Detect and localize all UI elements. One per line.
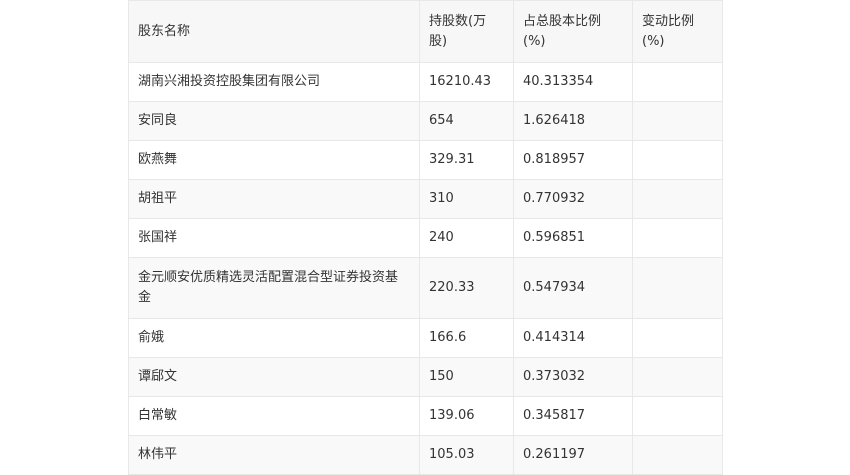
cell-ratio: 0.547934 [513,257,633,319]
header-shareholder-name: 股东名称 [128,0,420,63]
table-body: 湖南兴湘投资控股集团有限公司 16210.43 40.313354 安同良 65… [128,62,723,475]
cell-change-ratio [632,218,723,258]
table-row: 张国祥 240 0.596851 [128,218,723,258]
cell-shareholder-name: 安同良 [128,101,420,141]
cell-ratio: 0.596851 [513,218,633,258]
cell-ratio: 0.373032 [513,357,633,397]
header-row: 股东名称 持股数(万股) 占总股本比例(%) 变动比例(%) [128,0,723,63]
cell-change-ratio [632,62,723,102]
table-row: 欧燕舞 329.31 0.818957 [128,140,723,180]
table-row: 谭郈文 150 0.373032 [128,357,723,397]
cell-shares: 240 [419,218,514,258]
cell-change-ratio [632,318,723,358]
cell-change-ratio [632,396,723,436]
cell-change-ratio [632,101,723,141]
header-change-ratio: 变动比例(%) [632,0,723,63]
table-row: 胡祖平 310 0.770932 [128,179,723,219]
shareholder-table-container: 股东名称 持股数(万股) 占总股本比例(%) 变动比例(%) 湖南兴湘投资控股集… [128,0,723,475]
cell-change-ratio [632,435,723,475]
cell-change-ratio [632,179,723,219]
table-row: 湖南兴湘投资控股集团有限公司 16210.43 40.313354 [128,62,723,102]
cell-shares: 310 [419,179,514,219]
cell-ratio: 0.770932 [513,179,633,219]
table-row: 俞娥 166.6 0.414314 [128,318,723,358]
cell-change-ratio [632,140,723,180]
cell-change-ratio [632,357,723,397]
table-row: 白常敏 139.06 0.345817 [128,396,723,436]
cell-shareholder-name: 林伟平 [128,435,420,475]
header-shares: 持股数(万股) [419,0,514,63]
cell-shares: 16210.43 [419,62,514,102]
table-row: 安同良 654 1.626418 [128,101,723,141]
table-row: 林伟平 105.03 0.261197 [128,435,723,475]
cell-shareholder-name: 谭郈文 [128,357,420,397]
cell-ratio: 0.345817 [513,396,633,436]
cell-shareholder-name: 胡祖平 [128,179,420,219]
table-header: 股东名称 持股数(万股) 占总股本比例(%) 变动比例(%) [128,0,723,63]
cell-change-ratio [632,257,723,319]
cell-ratio: 0.414314 [513,318,633,358]
cell-shares: 654 [419,101,514,141]
cell-shareholder-name: 金元顺安优质精选灵活配置混合型证券投资基金 [128,257,420,319]
cell-ratio: 0.261197 [513,435,633,475]
cell-shares: 139.06 [419,396,514,436]
cell-shareholder-name: 欧燕舞 [128,140,420,180]
cell-ratio: 0.818957 [513,140,633,180]
cell-shares: 220.33 [419,257,514,319]
cell-shareholder-name: 白常敏 [128,396,420,436]
table-row: 金元顺安优质精选灵活配置混合型证券投资基金 220.33 0.547934 [128,257,723,319]
cell-ratio: 1.626418 [513,101,633,141]
cell-shares: 150 [419,357,514,397]
cell-shares: 105.03 [419,435,514,475]
cell-shares: 329.31 [419,140,514,180]
shareholder-table: 股东名称 持股数(万股) 占总股本比例(%) 变动比例(%) 湖南兴湘投资控股集… [128,0,723,475]
cell-shareholder-name: 俞娥 [128,318,420,358]
cell-shares: 166.6 [419,318,514,358]
cell-shareholder-name: 湖南兴湘投资控股集团有限公司 [128,62,420,102]
cell-shareholder-name: 张国祥 [128,218,420,258]
cell-ratio: 40.313354 [513,62,633,102]
header-ratio: 占总股本比例(%) [513,0,633,63]
